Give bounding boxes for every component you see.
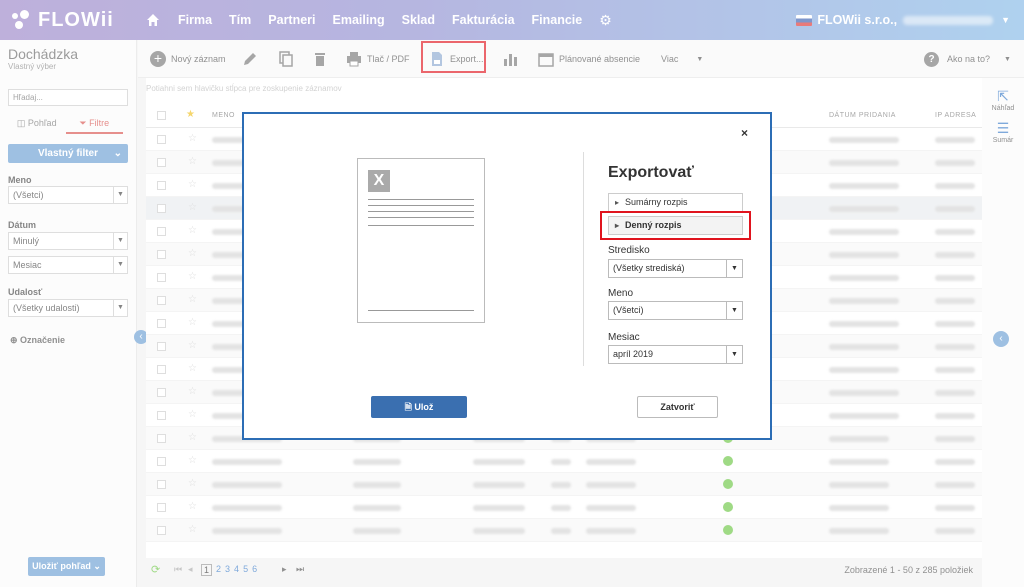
chevron-down-icon: ▼ [726,302,742,319]
excel-icon: X [368,170,390,192]
close-button[interactable]: Zatvoriť [637,396,718,418]
daily-option-highlight-box [600,211,751,240]
option-summary-breakdown[interactable]: Sumárny rozpis [608,193,743,212]
close-icon[interactable]: × [741,126,748,140]
meno-label: Meno [608,288,634,299]
file-icon: 🗎 [404,402,412,412]
stredisko-label: Stredisko [608,245,650,256]
excel-preview: X [357,158,485,323]
export-dialog: × X Exportovať Sumárny rozpis Denný rozp… [242,112,772,440]
meno-select[interactable]: (Všetci) ▼ [608,301,743,320]
modal-title: Exportovať [608,164,694,181]
chevron-down-icon: ▼ [726,260,742,277]
mesiac-select[interactable]: apríl 2019 ▼ [608,345,743,364]
chevron-down-icon: ▼ [726,346,742,363]
mesiac-label: Mesiac [608,332,640,343]
modal-divider [583,152,584,366]
stredisko-select[interactable]: (Všetky strediská) ▼ [608,259,743,278]
save-button[interactable]: 🗎 Ulož [371,396,467,418]
